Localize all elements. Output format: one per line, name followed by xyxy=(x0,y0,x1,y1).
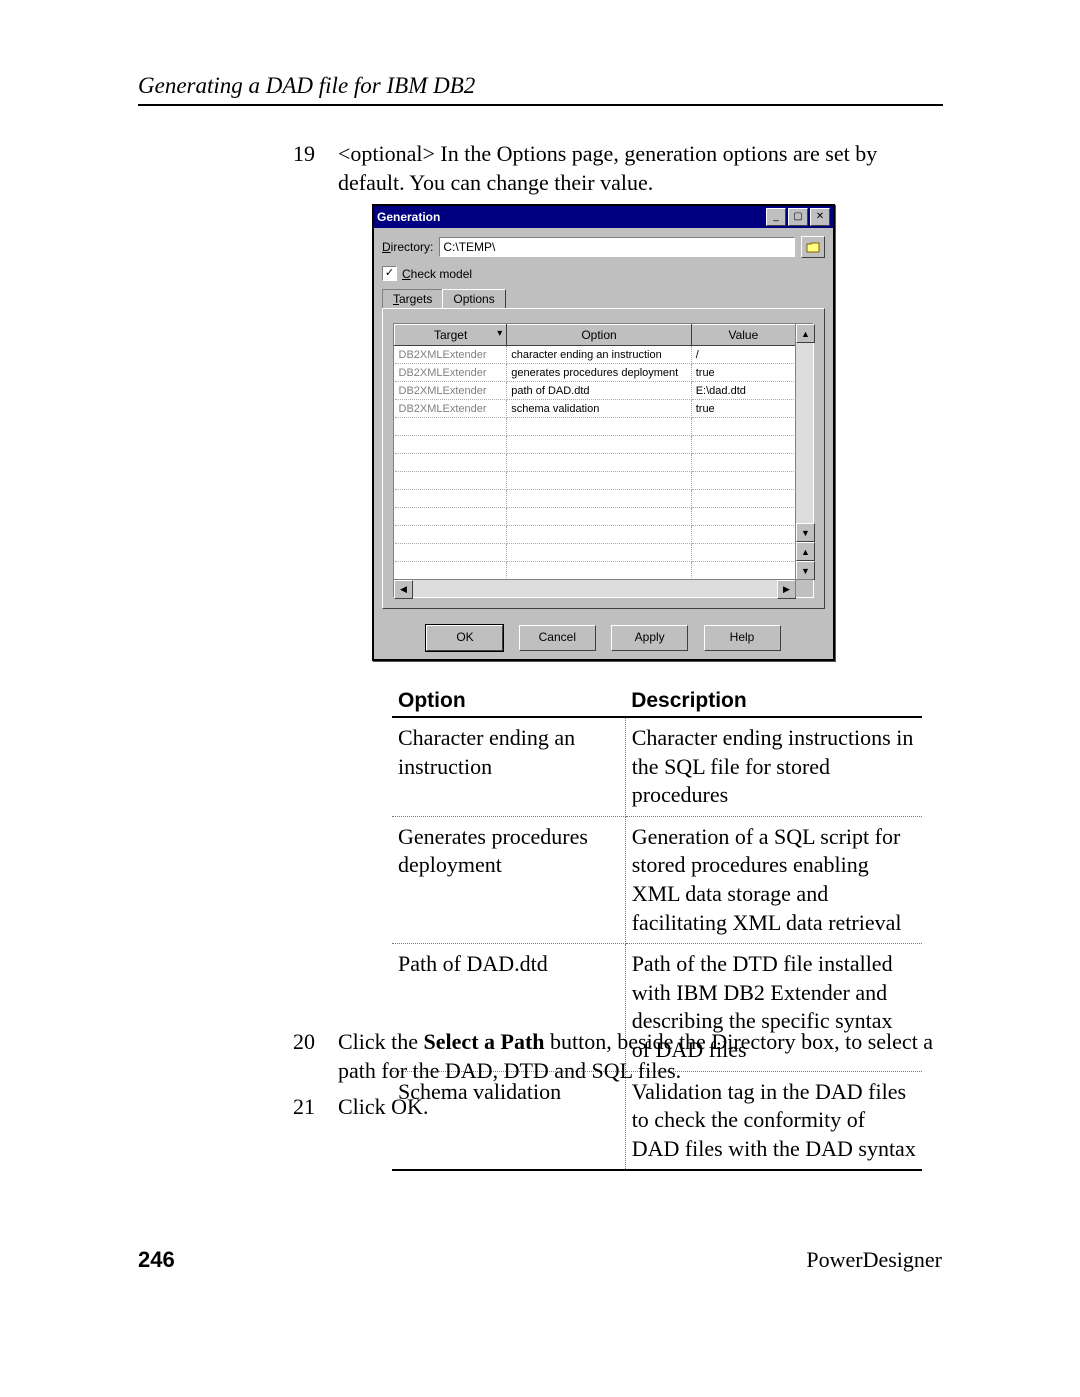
dialog-body: Directory: C:\TEMP\ ✓ Check model Target… xyxy=(374,228,833,659)
help-button[interactable]: Help xyxy=(704,625,781,651)
step-19-text: <optional> In the Options page, generati… xyxy=(338,141,877,195)
vertical-scrollbar[interactable]: ▲ ▼ ▲ ▼ xyxy=(795,324,813,580)
step-21: 21 Click OK. xyxy=(338,1092,938,1121)
col-target[interactable]: Target xyxy=(395,325,507,346)
col-option[interactable]: Option xyxy=(507,325,691,346)
title-bar[interactable]: Generation _ ▢ ✕ xyxy=(374,206,833,228)
step-20-number: 20 xyxy=(293,1027,315,1056)
grid-row[interactable]: DB2XMLExtenderschema validationtrue xyxy=(395,400,796,418)
step-21-text: Click OK. xyxy=(338,1094,428,1119)
tab-row: Targets Options xyxy=(382,289,825,308)
step-20-text: Click the Select a Path button, beside t… xyxy=(338,1029,933,1083)
window-title: Generation xyxy=(377,210,764,224)
directory-input[interactable]: C:\TEMP\ xyxy=(439,237,795,257)
horizontal-scrollbar[interactable]: ◀ ▶ xyxy=(394,579,796,597)
table-row: Character ending an instructionCharacter… xyxy=(392,717,922,816)
running-header: Generating a DAD file for IBM DB2 xyxy=(138,72,943,106)
table-row: Generates procedures deploymentGeneratio… xyxy=(392,816,922,943)
page: Generating a DAD file for IBM DB2 19 <op… xyxy=(0,0,1080,1397)
folder-icon xyxy=(806,241,820,253)
scroll-left-icon[interactable]: ◀ xyxy=(394,580,413,599)
col-value[interactable]: Value xyxy=(691,325,795,346)
select-path-button[interactable] xyxy=(801,236,825,258)
minimize-icon[interactable]: _ xyxy=(766,208,786,226)
page-number: 246 xyxy=(138,1247,175,1273)
opt-header-description: Description xyxy=(625,686,922,717)
apply-button[interactable]: Apply xyxy=(611,625,688,651)
tab-options[interactable]: Options xyxy=(442,289,505,308)
tab-page-options: Target Option Value DB2XMLExtendercharac… xyxy=(382,308,825,609)
check-model-row[interactable]: ✓ Check model xyxy=(382,266,825,281)
grid-row[interactable]: DB2XMLExtendergenerates procedures deplo… xyxy=(395,364,796,382)
check-model-checkbox[interactable]: ✓ xyxy=(382,266,397,281)
product-name: PowerDesigner xyxy=(806,1247,942,1273)
grid-table: Target Option Value DB2XMLExtendercharac… xyxy=(394,324,796,580)
generation-dialog: Generation _ ▢ ✕ Directory: C:\TEMP\ ✓ C… xyxy=(372,204,835,661)
close-icon[interactable]: ✕ xyxy=(810,208,830,226)
step-21-number: 21 xyxy=(293,1092,315,1121)
tab-targets[interactable]: Targets xyxy=(382,289,443,308)
options-grid: Target Option Value DB2XMLExtendercharac… xyxy=(393,323,814,598)
step-20: 20 Click the Select a Path button, besid… xyxy=(338,1027,938,1085)
grid-row[interactable]: DB2XMLExtenderpath of DAD.dtdE:\dad.dtd xyxy=(395,382,796,400)
scroll-top-icon[interactable]: ▲ xyxy=(796,542,815,561)
dialog-button-row: OK Cancel Apply Help xyxy=(382,625,825,651)
step-19: 19 <optional> In the Options page, gener… xyxy=(338,139,938,197)
scrollbar-corner xyxy=(795,579,813,597)
grid-row[interactable]: DB2XMLExtendercharacter ending an instru… xyxy=(395,346,796,364)
maximize-icon[interactable]: ▢ xyxy=(788,208,808,226)
check-model-label: Check model xyxy=(402,267,472,281)
opt-header-option: Option xyxy=(392,686,625,717)
directory-label: Directory: xyxy=(382,240,433,254)
scroll-up-icon[interactable]: ▲ xyxy=(796,324,815,343)
cancel-button[interactable]: Cancel xyxy=(519,625,596,651)
scroll-bottom-icon[interactable]: ▼ xyxy=(796,561,815,580)
directory-row: Directory: C:\TEMP\ xyxy=(382,236,825,258)
scroll-right-icon[interactable]: ▶ xyxy=(777,580,796,599)
scroll-down-icon[interactable]: ▼ xyxy=(796,523,815,542)
step-19-number: 19 xyxy=(293,139,315,168)
ok-button[interactable]: OK xyxy=(426,625,503,651)
